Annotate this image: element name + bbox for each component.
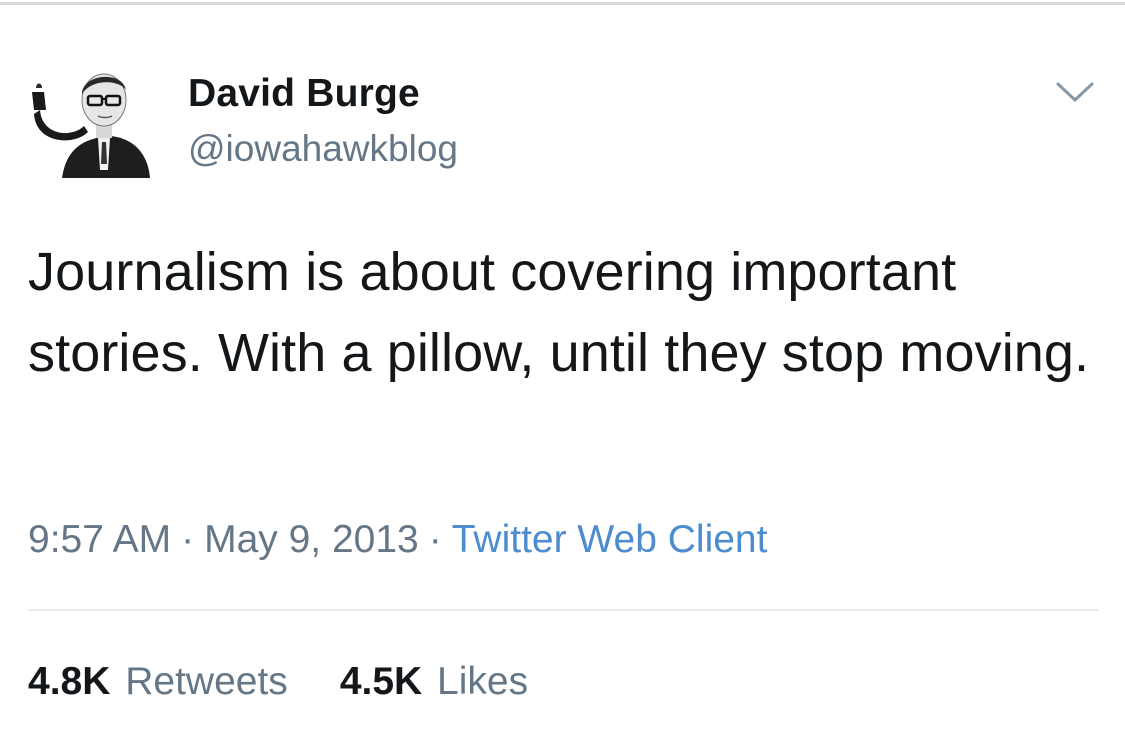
- tweet-date[interactable]: May 9, 2013: [204, 518, 419, 561]
- meta-separator: ·: [428, 518, 442, 561]
- tweet-source-link[interactable]: Twitter Web Client: [452, 518, 768, 561]
- avatar[interactable]: [22, 66, 152, 178]
- likes-label: Likes: [437, 660, 529, 703]
- likes-count: 4.5K: [339, 660, 423, 703]
- top-divider: [0, 2, 1125, 5]
- retweets-count: 4.8K: [28, 660, 111, 703]
- author-handle[interactable]: @iowahawkblog: [188, 128, 458, 170]
- likes-stat[interactable]: 4.5K Likes: [340, 660, 528, 704]
- tweet-stats: 4.8K Retweets 4.5K Likes: [28, 660, 580, 704]
- tweet-page: David Burge @iowahawkblog Journalism is …: [0, 0, 1125, 747]
- meta-separator: ·: [181, 518, 195, 561]
- retweets-label: Retweets: [125, 660, 288, 703]
- author-display-name[interactable]: David Burge: [188, 72, 420, 116]
- tweet-metadata: 9:57 AM · May 9, 2013 · Twitter Web Client: [28, 518, 767, 562]
- chevron-down-icon[interactable]: [1054, 78, 1096, 106]
- tweet-time[interactable]: 9:57 AM: [28, 518, 171, 561]
- tweet-text: Journalism is about covering important s…: [28, 242, 1090, 383]
- retweets-stat[interactable]: 4.8K Retweets: [28, 660, 288, 704]
- stats-divider: [28, 609, 1098, 611]
